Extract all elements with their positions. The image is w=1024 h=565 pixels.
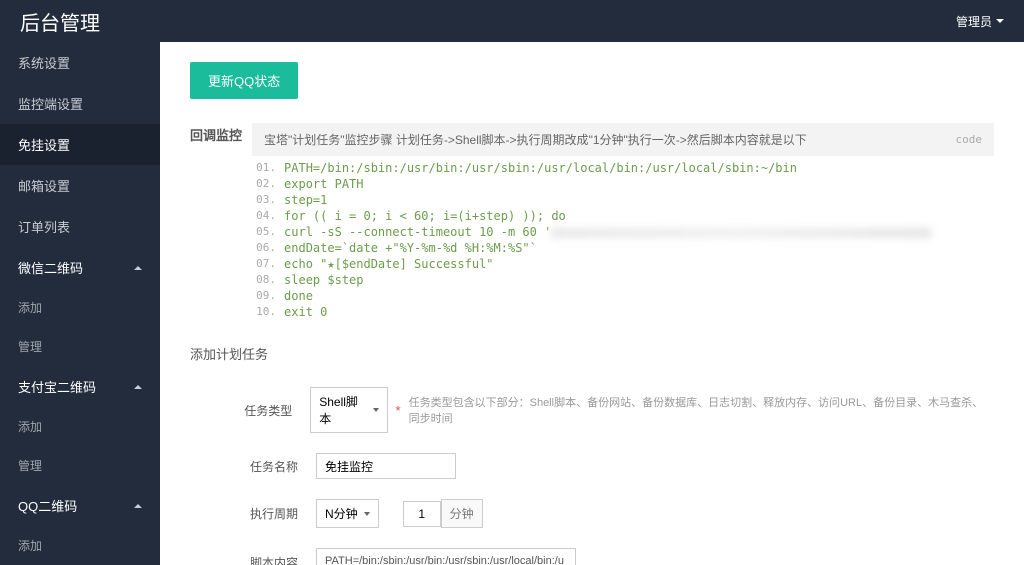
- line-number: 06.: [252, 241, 284, 255]
- code-line: 01.PATH=/bin:/sbin:/usr/bin:/usr/sbin:/u…: [252, 160, 994, 176]
- line-number: 01.: [252, 161, 284, 175]
- sidebar-item-label: 添加: [18, 299, 42, 316]
- code-line: 02.export PATH: [252, 176, 994, 192]
- code-line: 10.exit 0: [252, 304, 994, 320]
- sidebar-item-label: 支付宝二维码: [18, 377, 96, 396]
- caret-down-icon: [364, 512, 370, 516]
- caret-up-icon: [134, 504, 142, 508]
- sidebar-item-label: 订单列表: [18, 217, 70, 236]
- sidebar-item-1[interactable]: 监控端设置: [0, 83, 160, 124]
- redacted-content: [551, 228, 931, 238]
- line-number: 05.: [252, 225, 284, 239]
- sidebar-item-0[interactable]: 系统设置: [0, 42, 160, 83]
- sidebar-item-2[interactable]: 免挂设置: [0, 124, 160, 165]
- code-line: 06.endDate=`date +"%Y-%m-%d %H:%M:%S"`: [252, 240, 994, 256]
- code-text: curl -sS --connect-timeout 10 -m 60 ': [284, 225, 931, 239]
- code-text: done: [284, 289, 313, 303]
- code-line: 05.curl -sS --connect-timeout 10 -m 60 ': [252, 224, 994, 240]
- form-section-title: 添加计划任务: [190, 344, 994, 363]
- caret-up-icon: [134, 266, 142, 270]
- caret-up-icon: [134, 385, 142, 389]
- sidebar-item-label: 管理: [18, 457, 42, 474]
- caret-down-icon: [996, 19, 1004, 23]
- sidebar-item-7[interactable]: 管理: [0, 327, 160, 366]
- period-label: 执行周期: [190, 505, 316, 522]
- sidebar-item-label: 添加: [18, 418, 42, 435]
- sidebar-item-4[interactable]: 订单列表: [0, 206, 160, 247]
- code-line: 09.done: [252, 288, 994, 304]
- line-number: 08.: [252, 273, 284, 287]
- period-select[interactable]: N分钟: [316, 499, 379, 528]
- code-text: PATH=/bin:/sbin:/usr/bin:/usr/sbin:/usr/…: [284, 161, 797, 175]
- code-text: sleep $step: [284, 273, 363, 287]
- sidebar-item-11[interactable]: QQ二维码: [0, 485, 160, 526]
- line-number: 04.: [252, 209, 284, 223]
- code-text: step=1: [284, 193, 327, 207]
- callback-section-label: 回调监控: [190, 123, 242, 320]
- task-type-label: 任务类型: [190, 402, 310, 419]
- sidebar-item-6[interactable]: 添加: [0, 288, 160, 327]
- task-name-input[interactable]: [316, 453, 456, 479]
- script-label: 脚本内容: [190, 548, 316, 565]
- sidebar-item-9[interactable]: 添加: [0, 407, 160, 446]
- line-number: 09.: [252, 289, 284, 303]
- line-number: 07.: [252, 257, 284, 271]
- code-text: endDate=`date +"%Y-%m-%d %H:%M:%S"`: [284, 241, 537, 255]
- admin-label: 管理员: [956, 13, 992, 30]
- callback-notice: 宝塔"计划任务"监控步骤 计划任务->Shell脚本->执行周期改成"1分钟"执…: [252, 123, 994, 156]
- sidebar-item-5[interactable]: 微信二维码: [0, 247, 160, 288]
- period-unit: 分钟: [441, 499, 483, 528]
- code-line: 04.for (( i = 0; i < 60; i=(i+step) )); …: [252, 208, 994, 224]
- code-text: export PATH: [284, 177, 363, 191]
- code-text: echo "★[$endDate] Successful": [284, 257, 494, 271]
- sidebar-item-8[interactable]: 支付宝二维码: [0, 366, 160, 407]
- sidebar-item-label: 系统设置: [18, 53, 70, 72]
- sidebar-item-label: 邮箱设置: [18, 176, 70, 195]
- sidebar-item-label: 管理: [18, 338, 42, 355]
- line-number: 03.: [252, 193, 284, 207]
- admin-dropdown[interactable]: 管理员: [956, 13, 1004, 30]
- sidebar-item-10[interactable]: 管理: [0, 446, 160, 485]
- script-textarea[interactable]: [316, 548, 576, 565]
- code-line: 08.sleep $step: [252, 272, 994, 288]
- code-link[interactable]: code: [956, 133, 983, 146]
- sidebar-item-label: 免挂设置: [18, 135, 70, 154]
- required-marker: *: [396, 403, 401, 418]
- line-number: 02.: [252, 177, 284, 191]
- code-block: 01.PATH=/bin:/sbin:/usr/bin:/usr/sbin:/u…: [252, 160, 994, 320]
- code-line: 07.echo "★[$endDate] Successful": [252, 256, 994, 272]
- caret-down-icon: [373, 408, 379, 412]
- sidebar-item-3[interactable]: 邮箱设置: [0, 165, 160, 206]
- sidebar-item-label: 监控端设置: [18, 94, 83, 113]
- main-content: 更新QQ状态 回调监控 宝塔"计划任务"监控步骤 计划任务->Shell脚本->…: [160, 42, 1024, 565]
- topbar: 后台管理 管理员: [0, 0, 1024, 42]
- task-type-select[interactable]: Shell脚本: [310, 387, 387, 433]
- sidebar: 系统设置监控端设置免挂设置邮箱设置订单列表微信二维码添加管理支付宝二维码添加管理…: [0, 42, 160, 565]
- task-type-hint: 任务类型包含以下部分：Shell脚本、备份网站、备份数据库、日志切割、释放内存、…: [409, 394, 994, 426]
- sidebar-item-label: 微信二维码: [18, 258, 83, 277]
- callback-notice-text: 宝塔"计划任务"监控步骤 计划任务->Shell脚本->执行周期改成"1分钟"执…: [264, 131, 807, 148]
- line-number: 10.: [252, 305, 284, 319]
- update-qq-status-button[interactable]: 更新QQ状态: [190, 62, 298, 99]
- brand-title: 后台管理: [20, 7, 100, 36]
- task-name-label: 任务名称: [190, 458, 316, 475]
- code-text: for (( i = 0; i < 60; i=(i+step) )); do: [284, 209, 566, 223]
- sidebar-item-12[interactable]: 添加: [0, 526, 160, 565]
- period-value-input[interactable]: [403, 501, 441, 527]
- sidebar-item-label: 添加: [18, 537, 42, 554]
- sidebar-item-label: QQ二维码: [18, 496, 77, 515]
- code-line: 03.step=1: [252, 192, 994, 208]
- code-text: exit 0: [284, 305, 327, 319]
